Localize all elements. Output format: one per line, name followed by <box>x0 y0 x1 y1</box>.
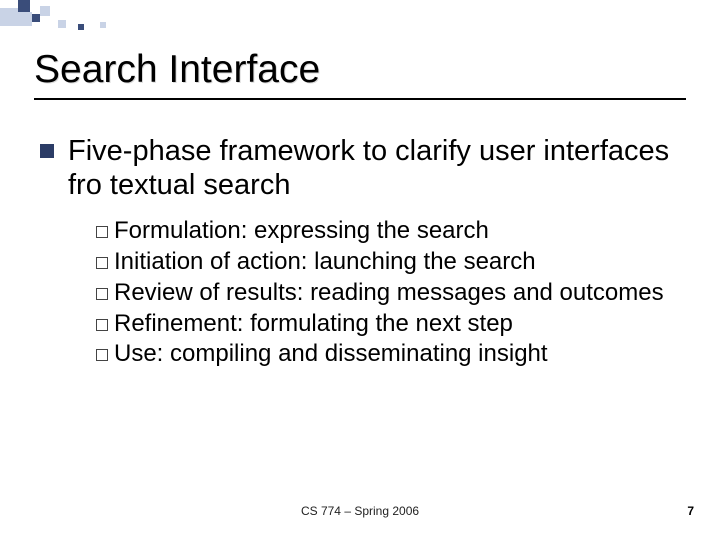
footer-page-number: 7 <box>687 504 694 518</box>
hollow-square-icon <box>96 349 108 361</box>
list-item-text: Review of results: reading messages and … <box>114 279 664 306</box>
list-item: Use: compiling and disseminating insight <box>96 339 686 370</box>
square-bullet-icon <box>40 144 54 158</box>
level1-text: Five-phase framework to clarify user int… <box>68 134 686 202</box>
hollow-square-icon <box>96 288 108 300</box>
title-underline <box>34 98 686 100</box>
bullet-level2-list: Formulation: expressing the search Initi… <box>96 216 686 370</box>
slide-footer: CS 774 – Spring 2006 7 <box>0 504 720 524</box>
list-item: Review of results: reading messages and … <box>96 278 686 309</box>
list-item-text: Use: compiling and disseminating insight <box>114 340 548 367</box>
footer-course: CS 774 – Spring 2006 <box>301 504 419 518</box>
list-item-text: Refinement: formulating the next step <box>114 310 513 337</box>
hollow-square-icon <box>96 226 108 238</box>
list-item-text: Initiation of action: launching the sear… <box>114 248 536 275</box>
hollow-square-icon <box>96 319 108 331</box>
corner-decoration <box>0 0 150 40</box>
slide-title: Search Interface <box>34 48 686 92</box>
hollow-square-icon <box>96 257 108 269</box>
list-item: Initiation of action: launching the sear… <box>96 247 686 278</box>
list-item: Refinement: formulating the next step <box>96 309 686 340</box>
list-item-text: Formulation: expressing the search <box>114 217 489 244</box>
bullet-level1: Five-phase framework to clarify user int… <box>40 134 686 202</box>
list-item: Formulation: expressing the search <box>96 216 686 247</box>
